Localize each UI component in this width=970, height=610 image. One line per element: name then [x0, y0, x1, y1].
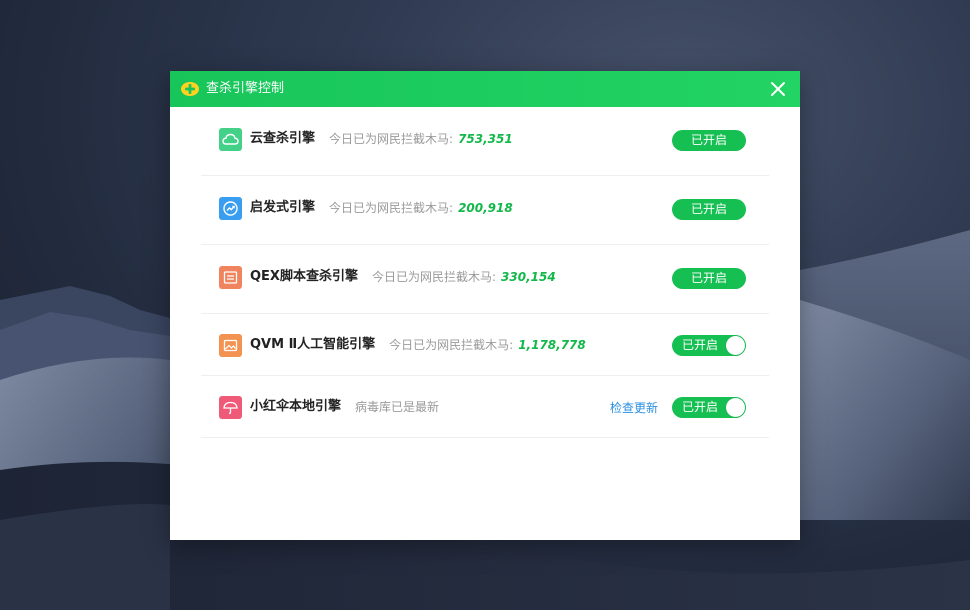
trend-arrow-icon: [219, 197, 242, 220]
engine-desc: 今日已为网民拦截木马:: [371, 270, 497, 284]
umbrella-icon: [219, 396, 242, 419]
status-label: 已开启: [690, 271, 727, 285]
engine-name: QVM Ⅱ人工智能引擎: [250, 337, 376, 352]
360-logo-icon: [181, 82, 199, 96]
engine-count: 1,178,778: [518, 338, 586, 352]
engine-name: 启发式引擎: [250, 200, 316, 215]
check-update-link[interactable]: 检查更新: [610, 398, 658, 418]
engine-status-button[interactable]: 已开启: [672, 199, 746, 220]
engine-info: 云查杀引擎 今日已为网民拦截木马: 753,351: [250, 129, 513, 149]
dialog-title: 查杀引擎控制: [206, 81, 285, 96]
engine-count: 753,351: [458, 132, 513, 146]
engine-list: 云查杀引擎 今日已为网民拦截木马: 753,351 已开启 启发式引擎 今日已为…: [201, 107, 769, 438]
dialog-titlebar[interactable]: 查杀引擎控制: [170, 71, 800, 107]
engine-status-button[interactable]: 已开启: [672, 268, 746, 289]
engine-row-qex: QEX脚本查杀引擎 今日已为网民拦截木马: 330,154 已开启: [201, 245, 769, 314]
script-document-icon: [219, 266, 242, 289]
engine-count: 330,154: [501, 270, 556, 284]
toggle-knob: [726, 398, 745, 417]
status-label: 已开启: [690, 133, 727, 147]
close-icon[interactable]: [766, 77, 790, 101]
engine-desc: 病毒库已是最新: [355, 400, 440, 414]
engine-row-cloud: 云查杀引擎 今日已为网民拦截木马: 753,351 已开启: [201, 107, 769, 176]
engine-info: 启发式引擎 今日已为网民拦截木马: 200,918: [250, 198, 513, 218]
engine-desc: 今日已为网民拦截木马:: [329, 201, 454, 215]
engine-desc: 今日已为网民拦截木马:: [329, 132, 454, 146]
engine-info: QVM Ⅱ人工智能引擎 今日已为网民拦截木马: 1,178,778: [250, 335, 586, 355]
engine-name: QEX脚本查杀引擎: [250, 269, 358, 284]
engine-desc: 今日已为网民拦截木马:: [389, 338, 514, 352]
ai-image-icon: [219, 334, 242, 357]
engine-name: 小红伞本地引擎: [250, 399, 342, 414]
status-label: 已开启: [690, 202, 727, 216]
toggle-knob: [726, 336, 745, 355]
engine-row-heuristic: 启发式引擎 今日已为网民拦截木马: 200,918 已开启: [201, 176, 769, 245]
engine-control-dialog: 查杀引擎控制 云查杀引擎 今日已为网民拦截木马: 753,351 已开启 启发式…: [170, 71, 800, 540]
engine-count: 200,918: [458, 201, 513, 215]
engine-row-qvm-ai: QVM Ⅱ人工智能引擎 今日已为网民拦截木马: 1,178,778 已开启: [201, 314, 769, 376]
engine-toggle-switch[interactable]: 已开启: [672, 397, 746, 418]
cloud-icon: [219, 128, 242, 151]
engine-row-avira-local: 小红伞本地引擎 病毒库已是最新 检查更新 已开启: [201, 376, 769, 438]
engine-status-button[interactable]: 已开启: [672, 130, 746, 151]
engine-info: 小红伞本地引擎 病毒库已是最新: [250, 397, 439, 417]
engine-info: QEX脚本查杀引擎 今日已为网民拦截木马: 330,154: [250, 267, 556, 287]
engine-toggle-switch[interactable]: 已开启: [672, 335, 746, 356]
engine-name: 云查杀引擎: [250, 131, 316, 146]
